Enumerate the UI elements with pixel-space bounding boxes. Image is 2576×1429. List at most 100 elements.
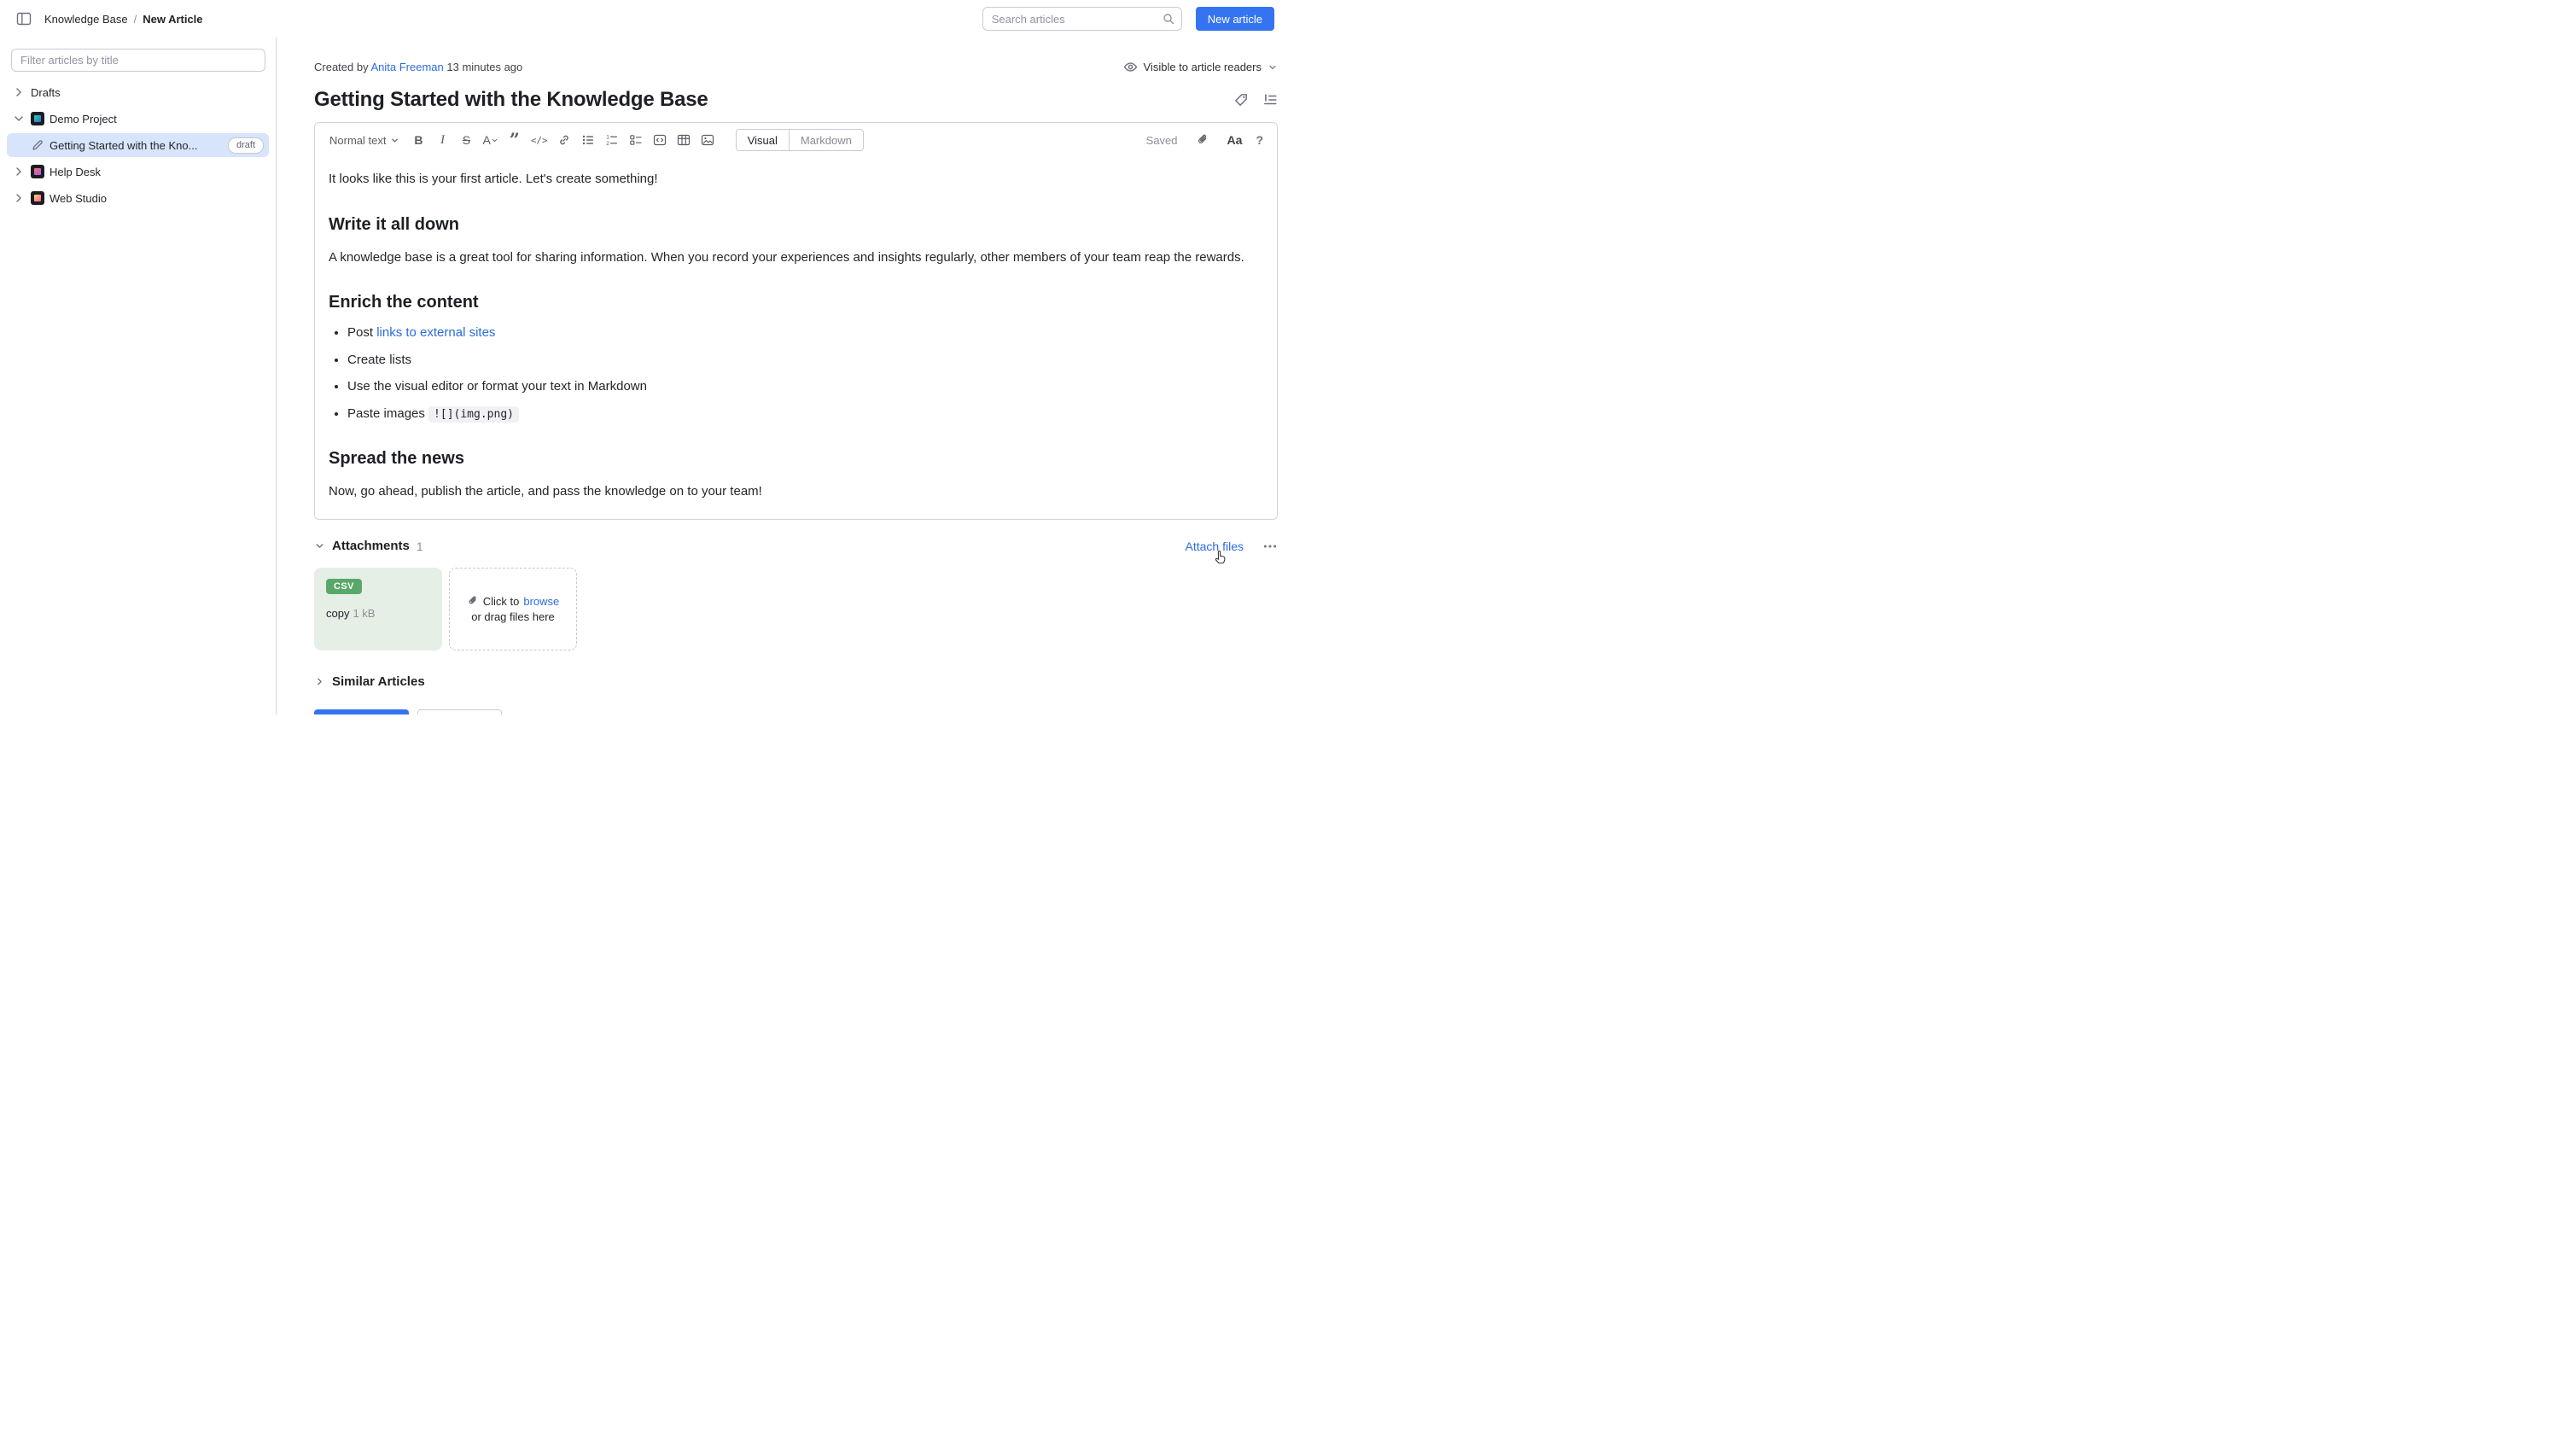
heading-enrich-the-content: Enrich the content [329,289,1263,315]
article-editor: Normal text B I S A ” </> [314,122,1278,520]
chevron-right-icon[interactable] [12,191,26,205]
file-type-badge: CSV [326,579,362,594]
topbar-left: Knowledge Base / New Article [14,9,203,29]
article-tree: Drafts Demo Project Getting Started with… [0,80,276,210]
strikethrough-button[interactable]: S [455,129,477,151]
topbar-right: New article [982,7,1274,31]
heading-write-it-all-down: Write it all down [329,212,1263,237]
editor-toolbar: Normal text B I S A ” </> [315,123,1277,155]
footer-actions: Publish article Delete draft [314,709,1278,715]
title-actions [1233,92,1278,108]
chevron-right-icon[interactable] [12,165,26,178]
inline-code-button[interactable]: </> [527,129,551,151]
paragraph-style-label: Normal text [329,134,386,147]
appearance-button[interactable]: Aa [1227,133,1243,147]
attachments-actions: Attach files [1186,539,1278,554]
publish-article-button[interactable]: Publish article [314,709,409,715]
chevron-down-icon[interactable] [12,112,26,125]
sidebar-item-demo-project[interactable]: Demo Project [7,107,269,131]
italic-button[interactable]: I [431,129,453,151]
file-dropzone[interactable]: Click to browse or drag files here [449,568,577,650]
article-title-row: Getting Started with the Knowledge Base [314,88,1278,112]
task-list-button[interactable] [625,129,647,151]
tab-visual[interactable]: Visual [737,130,790,150]
bullet-list-button[interactable] [577,129,599,151]
draft-pencil-icon [31,138,44,152]
file-name: copy [326,607,349,620]
sidebar-item-drafts[interactable]: Drafts [7,80,269,104]
article-item-label: Getting Started with the Kno... [50,139,223,152]
text-color-button[interactable]: A [479,129,501,151]
filter-articles-input[interactable] [11,49,265,72]
visibility-dropdown[interactable]: Visible to article readers [1123,60,1279,74]
created-ago: 13 minutes ago [444,61,523,73]
attach-files-link[interactable]: Attach files [1186,540,1244,553]
knowledge-base-app: Knowledge Base / New Article New article [0,0,1288,714]
external-sites-link[interactable]: links to external sites [376,325,495,340]
attach-paperclip-icon[interactable] [1192,129,1214,151]
demo-project-avatar [31,112,44,125]
more-options-icon[interactable] [1262,539,1278,554]
svg-text:2: 2 [606,141,609,147]
attachments-header: Attachments 1 Attach files [314,539,1278,554]
attachments-title: Attachments [332,539,410,553]
list-item: Use the visual editor or format your tex… [347,377,1263,397]
delete-draft-button[interactable]: Delete draft [417,709,502,715]
file-size: 1 kB [353,607,375,620]
numbered-list-button[interactable]: 12 [601,129,623,151]
editor-content[interactable]: It looks like this is your first article… [315,155,1277,519]
breadcrumb: Knowledge Base / New Article [44,13,203,26]
author-link[interactable]: Anita Freeman [371,61,444,73]
bullet-list: Post links to external sites Create list… [329,324,1263,423]
table-button[interactable] [673,129,695,151]
editor-mode-switch: Visual Markdown [736,129,864,151]
heading-spread-the-news: Spread the news [329,446,1263,471]
help-desk-avatar [31,165,44,178]
sidebar-item-getting-started-draft[interactable]: Getting Started with the Kno... draft [7,133,269,157]
visibility-label: Visible to article readers [1144,61,1262,73]
file-meta: copy 1 kB [326,607,430,620]
sidebar-item-web-studio[interactable]: Web Studio [7,186,269,210]
chevron-down-icon[interactable] [314,540,325,551]
paragraph-style-dropdown[interactable]: Normal text [323,129,405,151]
sidebar-item-help-desk[interactable]: Help Desk [7,160,269,184]
code-block-button[interactable] [649,129,671,151]
help-icon[interactable]: ? [1256,133,1263,147]
page-title: Getting Started with the Knowledge Base [314,88,708,112]
similar-articles-toggle[interactable]: Similar Articles [314,674,1278,689]
article-pane: Created by Anita Freeman 13 minutes ago … [277,38,1288,714]
article-meta-row: Created by Anita Freeman 13 minutes ago … [314,60,1278,74]
dropzone-prefix: Click to [483,595,520,608]
tag-icon[interactable] [1233,92,1249,108]
new-article-button[interactable]: New article [1196,7,1274,31]
search-articles-input[interactable] [982,7,1182,31]
quote-button[interactable]: ” [504,134,526,146]
drafts-label: Drafts [31,86,61,99]
top-bar: Knowledge Base / New Article New article [0,0,1288,38]
toolbar-right: Saved Aa ? [1146,129,1268,151]
chevron-right-icon[interactable] [12,85,26,99]
tab-markdown[interactable]: Markdown [790,130,863,150]
image-button[interactable] [696,129,719,151]
attachment-file-card[interactable]: CSV copy 1 kB [314,568,442,650]
list-item: Post links to external sites [347,324,1263,343]
body-row: Drafts Demo Project Getting Started with… [0,38,1288,714]
sidebar: Drafts Demo Project Getting Started with… [0,38,277,714]
search-icon [1162,12,1175,26]
svg-text:1: 1 [606,135,609,141]
toc-icon[interactable] [1262,92,1278,108]
link-button[interactable] [553,129,575,151]
chevron-down-icon [1268,62,1278,73]
text-color-glyph: A [482,133,490,147]
help-desk-label: Help Desk [50,166,101,178]
paragraph-write: A knowledge base is a great tool for sha… [329,248,1263,268]
bullet-post-prefix: Post [347,325,376,340]
web-studio-label: Web Studio [50,192,107,205]
breadcrumb-knowledge-base[interactable]: Knowledge Base [44,13,128,26]
created-by-prefix: Created by [314,61,371,73]
attachments-cards: CSV copy 1 kB Click to browse or drag fil… [314,568,1278,650]
bold-button[interactable]: B [407,129,429,151]
breadcrumb-new-article: New Article [143,13,202,26]
browse-link[interactable]: browse [523,595,559,608]
sidebar-toggle-icon[interactable] [14,9,34,29]
